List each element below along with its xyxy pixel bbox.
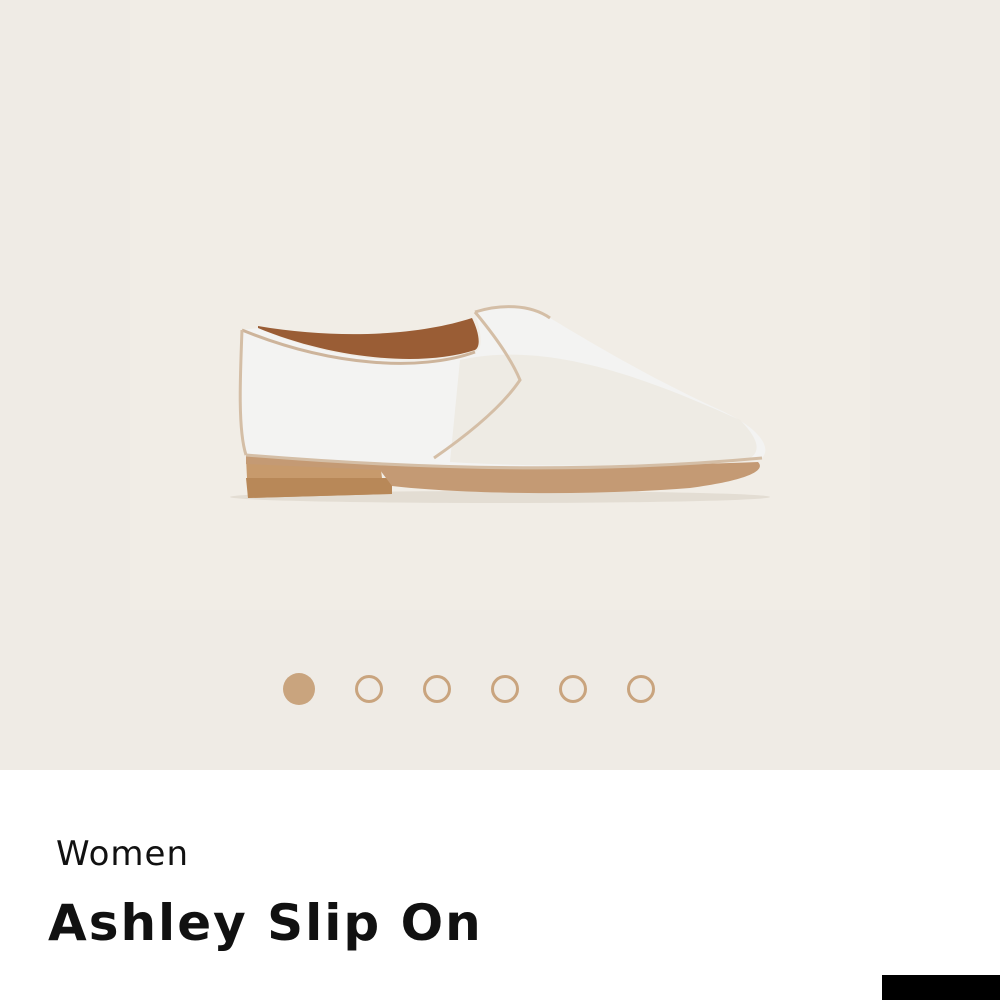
add-to-bag-button[interactable] (882, 975, 1000, 1000)
product-category[interactable]: Women (56, 834, 189, 874)
pagination-dot-1[interactable] (283, 673, 315, 705)
pagination-dot-3[interactable] (423, 675, 451, 703)
pagination-dot-6[interactable] (627, 675, 655, 703)
product-title: Ashley Slip On (48, 894, 483, 952)
pagination-dot-2[interactable] (355, 675, 383, 703)
pagination-dot-4[interactable] (491, 675, 519, 703)
gallery-pagination (283, 673, 655, 709)
shoe-illustration (230, 305, 770, 503)
product-gallery[interactable] (0, 0, 1000, 770)
product-info: Women Ashley Slip On (0, 770, 1000, 1000)
pagination-dot-5[interactable] (559, 675, 587, 703)
product-image[interactable] (130, 0, 870, 610)
